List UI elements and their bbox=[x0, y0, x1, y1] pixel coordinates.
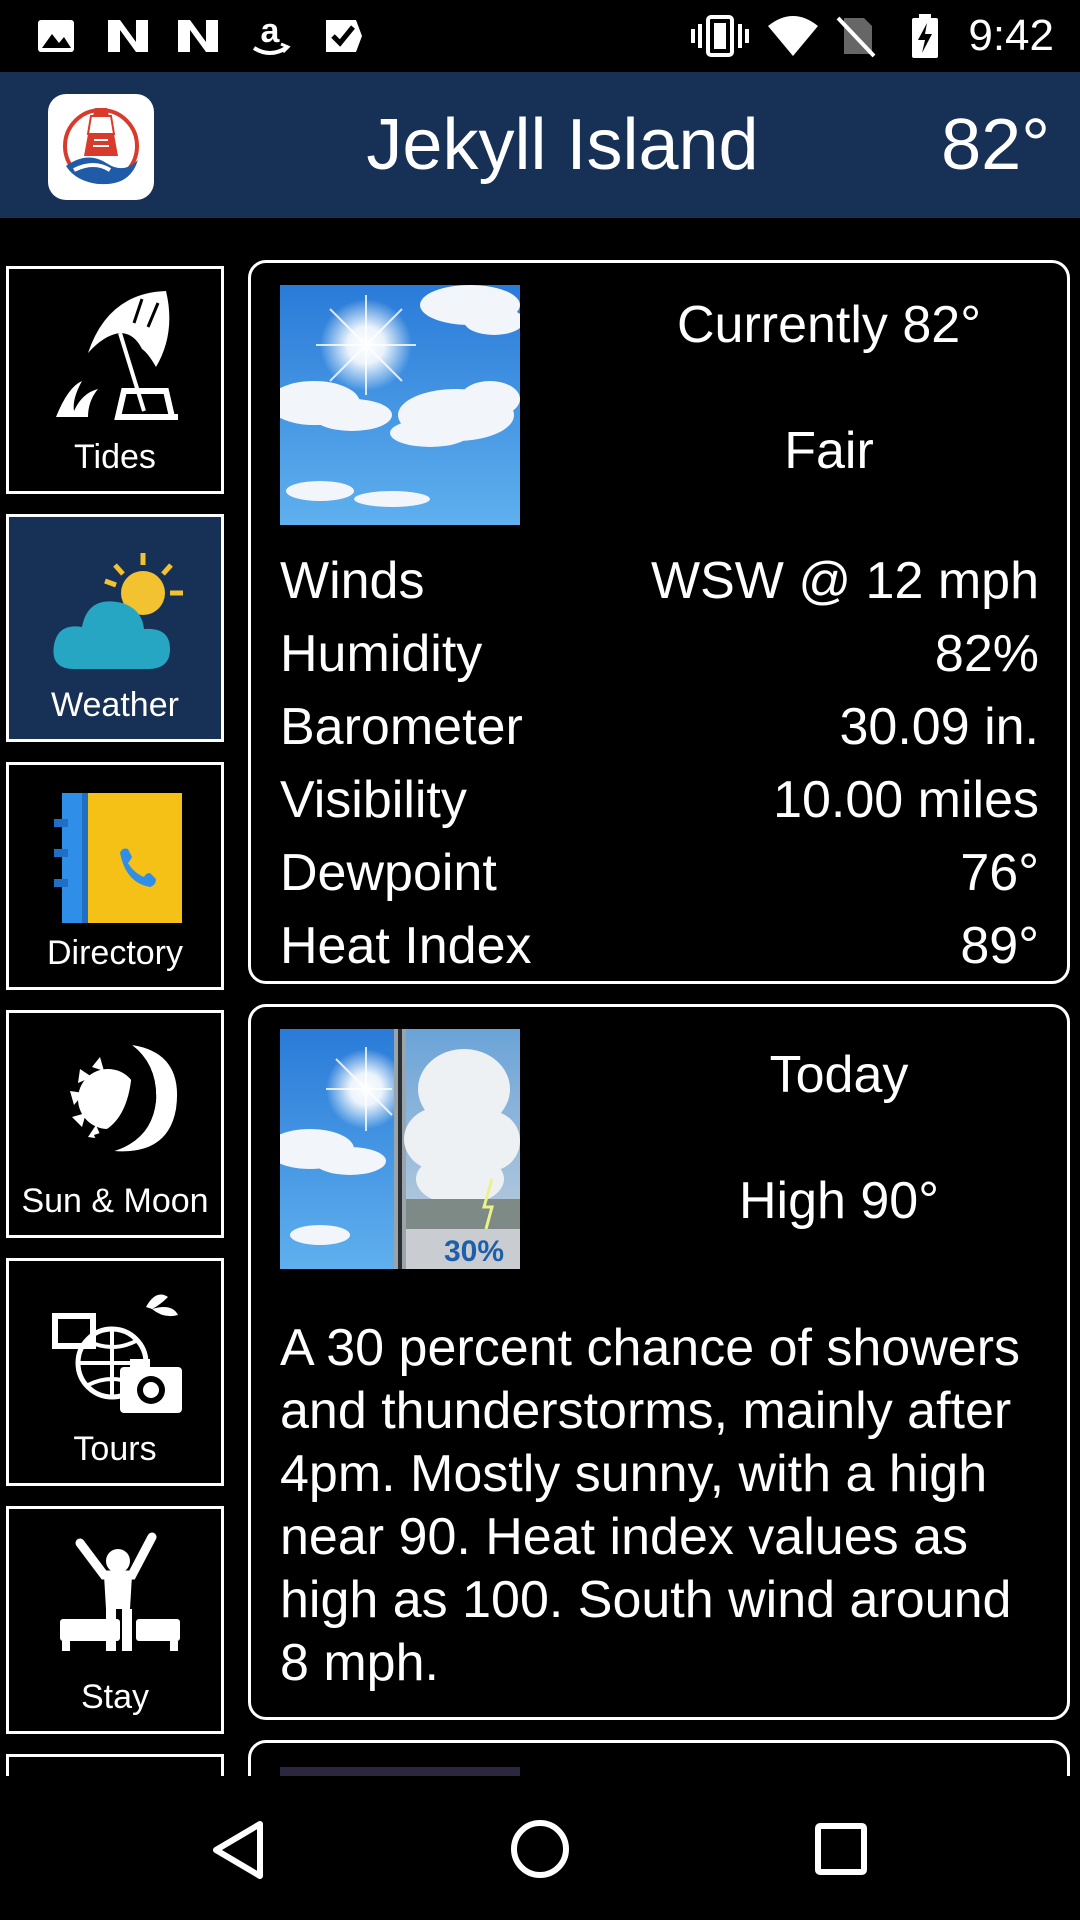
wifi-icon bbox=[768, 16, 818, 56]
header-temperature: 82° bbox=[941, 105, 1050, 185]
row-label: Heat Index bbox=[280, 917, 532, 975]
globe-camera-icon bbox=[52, 1294, 182, 1413]
precip-chance: 30% bbox=[444, 1235, 504, 1268]
nav-label: Stay bbox=[80, 1678, 150, 1716]
row-label: Dewpoint bbox=[280, 844, 497, 902]
forecast-high: High 90° bbox=[738, 1172, 940, 1230]
row-value: 89° bbox=[960, 917, 1039, 975]
sun-moon-icon bbox=[70, 1045, 178, 1152]
recents-icon[interactable] bbox=[814, 1822, 868, 1876]
nav-label: Directory bbox=[46, 934, 184, 972]
page-title: Jekyll Island bbox=[366, 105, 759, 185]
nav-item-more[interactable] bbox=[6, 1754, 224, 1776]
vibrate-icon bbox=[691, 15, 749, 57]
svg-text:a: a bbox=[261, 14, 281, 50]
nav-item-directory[interactable]: Directory bbox=[6, 762, 224, 990]
current-temperature: Currently 82° bbox=[676, 296, 982, 354]
detail-row-heat-index: Heat Index 89° bbox=[280, 910, 1039, 982]
side-nav: Tides Weather Directory Sun & Moon Tours… bbox=[6, 266, 226, 1776]
no-sim-icon bbox=[836, 16, 876, 58]
nav-item-weather[interactable]: Weather bbox=[6, 514, 224, 742]
n-icon bbox=[178, 20, 218, 52]
forecast-weather-image: 30% bbox=[280, 1029, 520, 1269]
clock: 9:42 bbox=[968, 11, 1054, 60]
row-value: 30.09 in. bbox=[839, 698, 1040, 756]
nav-label: Sun & Moon bbox=[21, 1182, 209, 1220]
nav-item-tours[interactable]: Tours bbox=[6, 1258, 224, 1486]
detail-row-barometer: Barometer 30.09 in. bbox=[280, 691, 1039, 763]
checkbox-icon bbox=[326, 20, 362, 52]
home-icon[interactable] bbox=[509, 1818, 571, 1880]
battery-charging-icon bbox=[912, 14, 938, 58]
n-icon bbox=[108, 20, 148, 52]
nav-label: Tours bbox=[73, 1430, 157, 1468]
fair-weather-image bbox=[280, 285, 520, 525]
status-bar: a 9:42 bbox=[0, 0, 1080, 72]
forecast-card[interactable]: 30% Today High 90° A 30 percent chance o… bbox=[248, 1004, 1070, 1720]
system-nav-bar bbox=[0, 1776, 1080, 1920]
row-label: Visibility bbox=[280, 771, 467, 829]
row-value: 76° bbox=[960, 844, 1039, 902]
forecast-period: Today bbox=[769, 1046, 909, 1104]
beach-umbrella-icon bbox=[56, 291, 178, 420]
detail-row-visibility: Visibility 10.00 miles bbox=[280, 764, 1039, 836]
detail-row-winds: Winds WSW @ 12 mph bbox=[280, 545, 1039, 617]
nav-item-stay[interactable]: Stay bbox=[6, 1506, 224, 1734]
nav-label: Tides bbox=[74, 438, 156, 476]
amazon-icon: a bbox=[252, 14, 291, 55]
image-icon bbox=[38, 20, 74, 52]
row-value: 82% bbox=[934, 625, 1039, 683]
cloud-sun-icon bbox=[53, 553, 183, 669]
nav-label: Weather bbox=[51, 686, 179, 724]
person-bed-icon bbox=[60, 1532, 180, 1651]
app-header: Jekyll Island 82° bbox=[0, 72, 1080, 218]
nav-item-tides[interactable]: Tides bbox=[6, 266, 224, 494]
row-value: 10.00 miles bbox=[773, 771, 1039, 829]
forecast-description: A 30 percent chance of showers and thund… bbox=[280, 1319, 1021, 1692]
row-value: WSW @ 12 mph bbox=[651, 552, 1039, 610]
detail-row-humidity: Humidity 82% bbox=[280, 618, 1039, 690]
phone-book-icon bbox=[54, 793, 182, 923]
row-label: Barometer bbox=[280, 698, 523, 756]
detail-row-dewpoint: Dewpoint 76° bbox=[280, 837, 1039, 909]
back-icon[interactable] bbox=[210, 1820, 266, 1880]
row-label: Humidity bbox=[280, 625, 483, 683]
current-conditions-card: Currently 82° Fair Winds WSW @ 12 mph Hu… bbox=[248, 260, 1070, 984]
row-label: Winds bbox=[280, 552, 425, 610]
current-condition: Fair bbox=[784, 422, 874, 480]
nav-item-sun-moon[interactable]: Sun & Moon bbox=[6, 1010, 224, 1238]
